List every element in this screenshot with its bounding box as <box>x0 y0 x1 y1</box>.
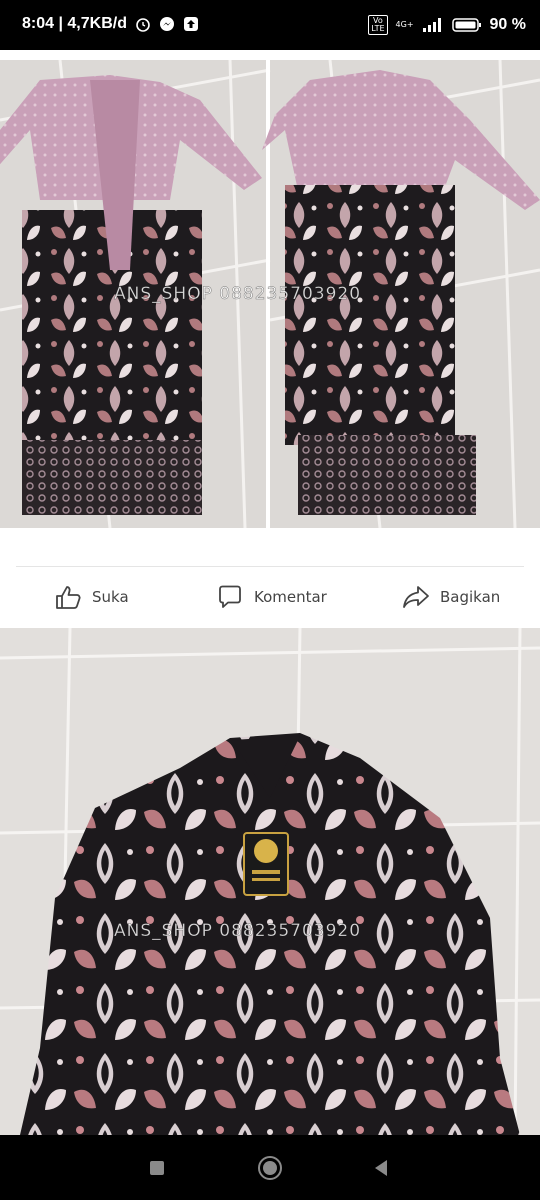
thumbs-up-icon <box>56 586 81 609</box>
messenger-icon <box>159 17 174 31</box>
comment-button[interactable]: Komentar <box>216 583 327 611</box>
status-bar: 8:04 | 4,7KB/d Vo LTE 4G+ 90 % <box>0 0 540 50</box>
status-left: 8:04 | 4,7KB/d <box>22 15 199 33</box>
home-icon <box>258 1156 282 1180</box>
post-photo-batik-shirt[interactable]: ANS_SHOP 088235703920 <box>0 628 540 1135</box>
battery-percent: 90 % <box>489 16 526 33</box>
share-icon <box>403 586 429 608</box>
like-button[interactable]: Suka <box>54 583 129 611</box>
volte-badge: Vo LTE <box>368 15 388 35</box>
comment-icon <box>219 585 241 608</box>
share-button[interactable]: Bagikan <box>402 583 500 611</box>
back-button[interactable] <box>366 1153 396 1183</box>
battery-icon <box>451 18 481 32</box>
watermark-text: ANS_SHOP 088235703920 <box>114 284 362 305</box>
recent-apps-button[interactable] <box>142 1153 172 1183</box>
network-type: 4G+ <box>395 20 414 29</box>
post-photo-kebaya[interactable]: ANS_SHOP 088235703920 <box>0 60 540 528</box>
watermark-text: ANS_SHOP 088235703920 <box>114 921 362 942</box>
share-label: Bagikan <box>440 588 501 606</box>
navigation-bar <box>0 1135 540 1200</box>
like-label: Suka <box>92 588 129 606</box>
post-actions: Suka Komentar Bagikan <box>16 566 524 625</box>
recent-apps-icon <box>150 1161 164 1175</box>
back-icon <box>375 1160 387 1176</box>
batik-shirt-photo-graphic <box>0 628 540 1135</box>
status-right: Vo LTE 4G+ 90 % <box>368 15 526 35</box>
upload-icon <box>183 17 198 31</box>
home-button[interactable] <box>255 1153 285 1183</box>
status-time: 8:04 | 4,7KB/d <box>22 15 127 32</box>
signal-icon <box>422 18 441 32</box>
comment-label: Komentar <box>254 588 327 606</box>
alarm-icon <box>136 18 150 32</box>
